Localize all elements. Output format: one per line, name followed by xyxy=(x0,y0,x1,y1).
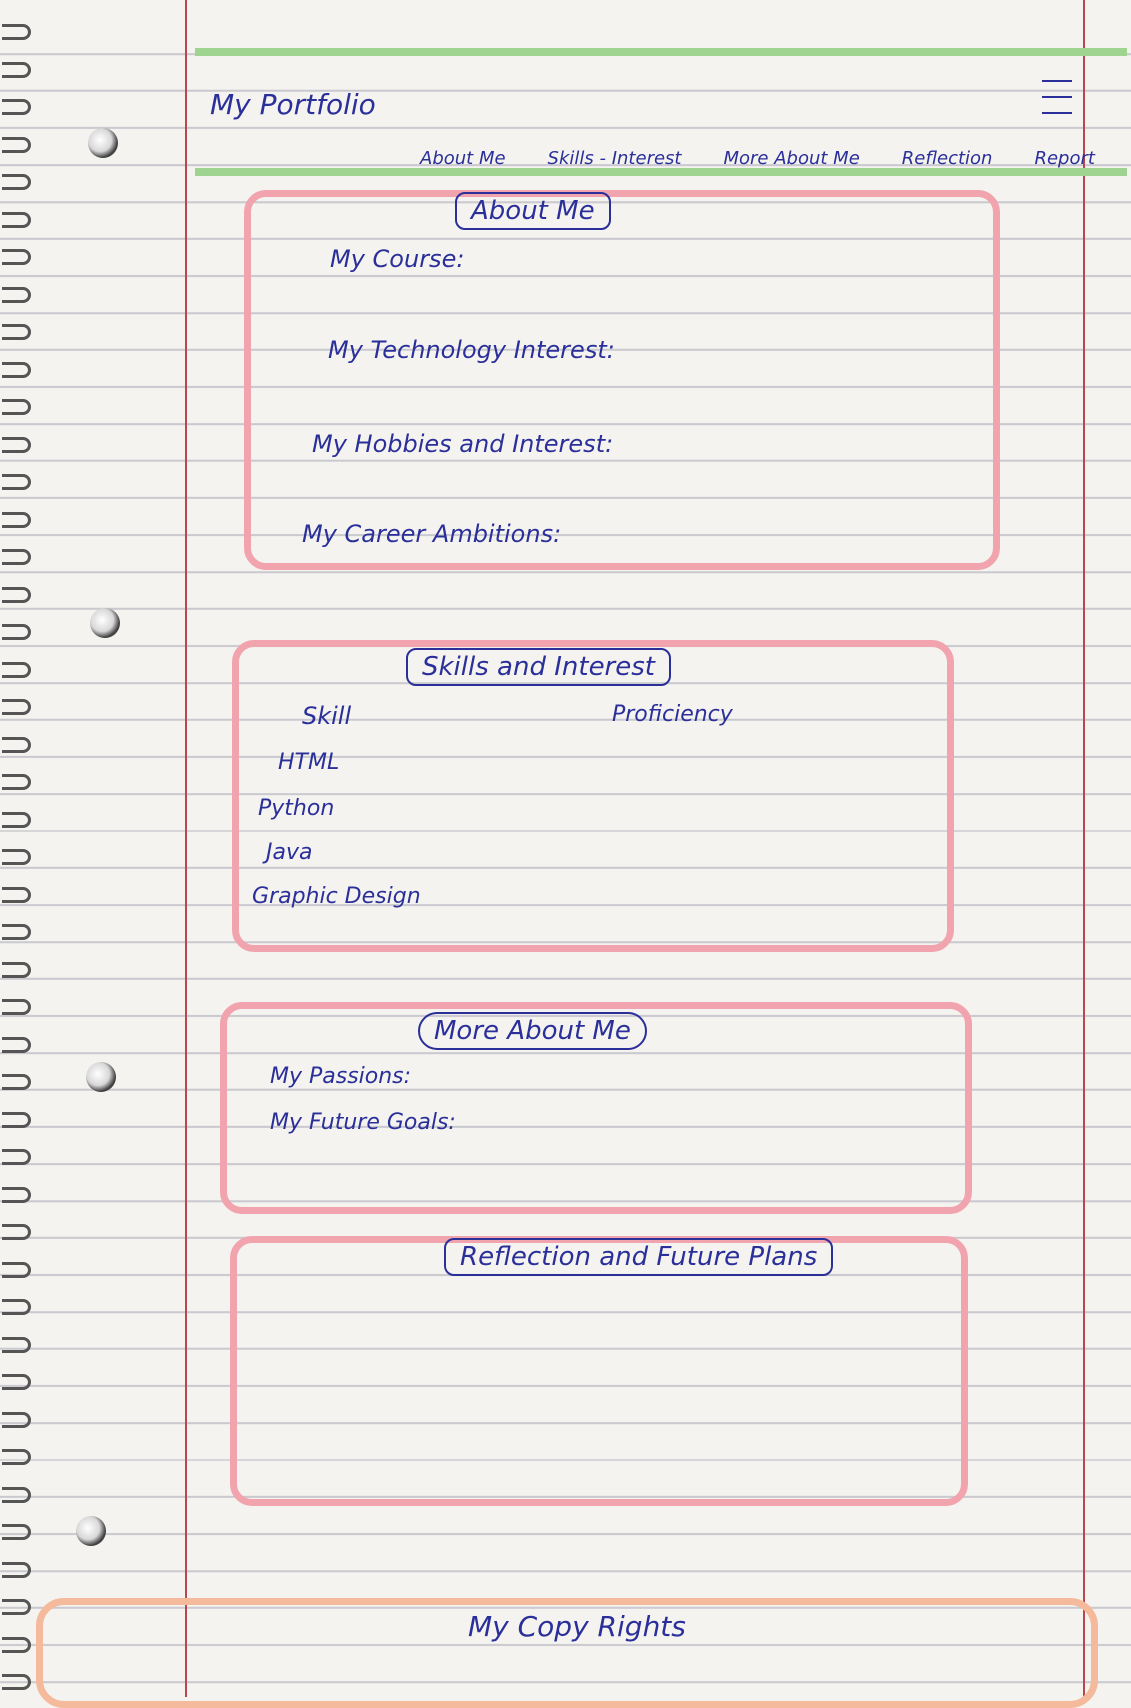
spiral-coil xyxy=(2,1674,31,1690)
spiral-coil xyxy=(2,961,31,978)
nav-item-reflection[interactable]: Reflection xyxy=(902,148,993,169)
nav-item-report[interactable]: Report xyxy=(1034,148,1094,169)
spiral-coil xyxy=(2,886,31,903)
spiral-coil xyxy=(2,286,31,303)
spiral-coil xyxy=(2,474,31,490)
skill-item-java: Java xyxy=(266,840,313,865)
punch-hole xyxy=(88,128,118,158)
spiral-coil xyxy=(2,511,31,528)
punch-hole xyxy=(76,1516,106,1546)
punch-hole xyxy=(86,1062,116,1092)
spiral-binding xyxy=(0,0,36,1697)
spiral-coil xyxy=(2,1524,31,1540)
spiral-coil xyxy=(2,1486,31,1503)
spiral-coil xyxy=(2,61,31,78)
about-me-heading: About Me xyxy=(455,192,611,230)
my-career-ambitions-field: My Career Ambitions: xyxy=(302,520,562,548)
punch-hole xyxy=(90,608,120,638)
left-margin-line xyxy=(185,0,187,1697)
reflection-heading: Reflection and Future Plans xyxy=(444,1238,834,1276)
spiral-coil xyxy=(2,1261,31,1278)
spiral-coil xyxy=(2,1074,31,1090)
spiral-coil xyxy=(2,24,31,40)
spiral-coil xyxy=(2,849,31,865)
spiral-coil xyxy=(2,1299,31,1315)
nav-item-more-about-me[interactable]: More About Me xyxy=(723,148,859,169)
spiral-coil xyxy=(2,1449,31,1465)
spiral-coil xyxy=(2,249,31,265)
spiral-coil xyxy=(2,736,31,753)
more-about-me-heading: More About Me xyxy=(418,1012,647,1050)
my-hobbies-field: My Hobbies and Interest: xyxy=(312,430,614,458)
spiral-coil xyxy=(2,774,31,790)
skill-item-html: HTML xyxy=(278,750,340,775)
spiral-coil xyxy=(2,1111,31,1128)
spiral-coil xyxy=(2,624,31,640)
spiral-coil xyxy=(2,1636,31,1653)
skills-heading: Skills and Interest xyxy=(406,648,671,686)
spiral-coil xyxy=(2,661,31,678)
reflection-section xyxy=(230,1236,968,1506)
spiral-coil xyxy=(2,1186,31,1203)
my-future-goals-field: My Future Goals: xyxy=(270,1110,456,1135)
spiral-coil xyxy=(2,399,31,415)
spiral-coil xyxy=(2,99,31,115)
spiral-coil xyxy=(2,136,31,153)
site-title[interactable]: My Portfolio xyxy=(210,88,376,121)
spiral-coil xyxy=(2,924,31,940)
spiral-coil xyxy=(2,1374,31,1390)
spiral-coil xyxy=(2,1036,31,1053)
hamburger-menu-icon[interactable] xyxy=(1042,80,1072,114)
nav-item-about-me[interactable]: About Me xyxy=(420,148,506,169)
spiral-coil xyxy=(2,1599,31,1615)
spiral-coil xyxy=(2,436,31,453)
spiral-coil xyxy=(2,324,31,340)
spiral-coil xyxy=(2,811,31,828)
spiral-coil xyxy=(2,549,31,565)
my-course-field: My Course: xyxy=(330,245,465,273)
spiral-coil xyxy=(2,586,31,603)
spiral-coil xyxy=(2,1224,31,1240)
nav-item-skills-interest[interactable]: Skills - Interest xyxy=(548,148,682,169)
skill-item-graphic-design: Graphic Design xyxy=(252,884,421,909)
proficiency-column-header: Proficiency xyxy=(612,702,733,727)
spiral-coil xyxy=(2,1149,31,1165)
skill-column-header: Skill xyxy=(302,702,352,730)
my-technology-interest-field: My Technology Interest: xyxy=(328,336,615,364)
spiral-coil xyxy=(2,1336,31,1353)
spiral-coil xyxy=(2,999,31,1015)
footer-copyright: My Copy Rights xyxy=(468,1610,686,1643)
right-margin-line xyxy=(1083,0,1085,1697)
spiral-coil xyxy=(2,211,31,228)
skill-item-python: Python xyxy=(258,796,335,821)
my-passions-field: My Passions: xyxy=(270,1064,412,1089)
spiral-coil xyxy=(2,1561,31,1578)
spiral-coil xyxy=(2,361,31,378)
spiral-coil xyxy=(2,174,31,190)
spiral-coil xyxy=(2,1411,31,1428)
main-nav: About Me Skills - Interest More About Me… xyxy=(420,148,1095,169)
spiral-coil xyxy=(2,699,31,715)
